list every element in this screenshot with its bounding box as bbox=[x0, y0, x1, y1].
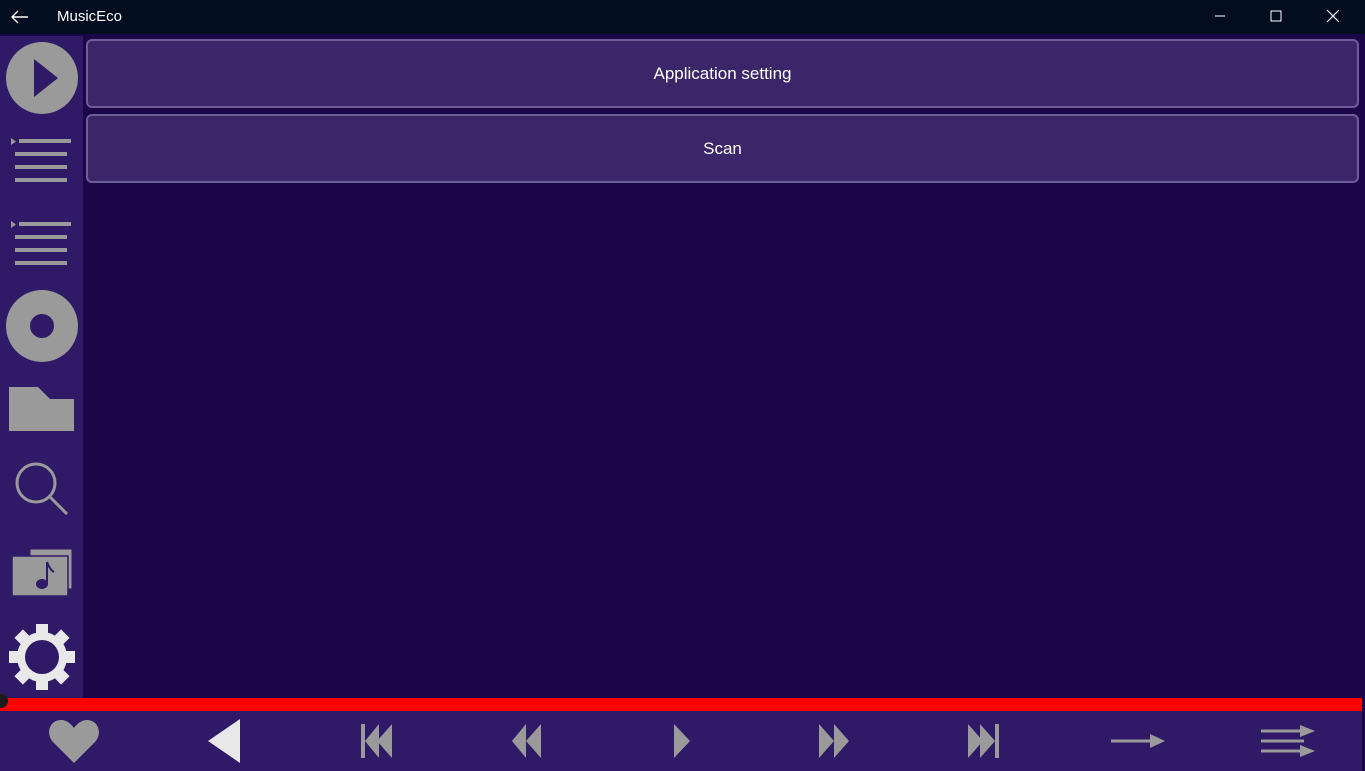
rewind-button[interactable] bbox=[497, 715, 557, 767]
music-library-icon bbox=[10, 548, 72, 597]
previous-track-button[interactable] bbox=[347, 715, 407, 767]
title-bar: MusicEco bbox=[0, 0, 1365, 34]
sidebar bbox=[0, 36, 83, 698]
heart-icon bbox=[49, 720, 99, 763]
skip-forward-icon bbox=[968, 724, 999, 758]
queue-list-icon bbox=[10, 221, 71, 265]
scan-button[interactable]: Scan bbox=[86, 114, 1359, 183]
sidebar-item-playlist[interactable] bbox=[0, 120, 83, 200]
app-title: MusicEco bbox=[57, 8, 123, 25]
player-controls bbox=[0, 711, 1362, 771]
folder-icon bbox=[8, 387, 74, 431]
favorite-button[interactable] bbox=[44, 715, 104, 767]
settings-panel: Application setting Scan bbox=[83, 36, 1365, 698]
application-setting-button[interactable]: Application setting bbox=[86, 39, 1359, 108]
play-button[interactable] bbox=[652, 715, 712, 767]
maximize-icon[interactable] bbox=[1248, 0, 1304, 32]
next-track-button[interactable] bbox=[954, 715, 1014, 767]
search-icon bbox=[15, 462, 68, 516]
play-icon bbox=[674, 724, 690, 758]
shuffle-arrows-icon bbox=[1261, 725, 1315, 757]
close-icon[interactable] bbox=[1305, 0, 1361, 32]
volume-button[interactable] bbox=[196, 715, 256, 767]
arrow-right-icon bbox=[1111, 734, 1165, 748]
rewind-icon bbox=[512, 724, 541, 758]
sidebar-item-search[interactable] bbox=[0, 449, 83, 529]
skip-back-icon bbox=[361, 724, 392, 758]
seek-bar-fill bbox=[0, 698, 1362, 711]
disc-icon bbox=[5, 290, 78, 362]
minimize-icon[interactable] bbox=[1192, 0, 1248, 32]
sidebar-item-folders[interactable] bbox=[0, 369, 83, 449]
back-arrow-icon[interactable] bbox=[6, 4, 34, 30]
sidebar-item-now-playing[interactable] bbox=[0, 38, 83, 118]
sidebar-item-queue[interactable] bbox=[0, 203, 83, 283]
sidebar-item-library[interactable] bbox=[0, 533, 83, 613]
shuffle-mode-button[interactable] bbox=[1258, 715, 1318, 767]
fast-forward-button[interactable] bbox=[804, 715, 864, 767]
play-circle-icon bbox=[5, 42, 78, 114]
seek-bar[interactable] bbox=[0, 698, 1362, 711]
repeat-mode-button[interactable] bbox=[1108, 715, 1168, 767]
fast-forward-icon bbox=[819, 724, 849, 758]
sidebar-item-settings[interactable] bbox=[0, 617, 83, 697]
speaker-icon bbox=[208, 719, 240, 763]
sidebar-item-albums[interactable] bbox=[0, 286, 83, 366]
gear-icon bbox=[8, 624, 75, 690]
playlist-icon bbox=[10, 138, 71, 182]
